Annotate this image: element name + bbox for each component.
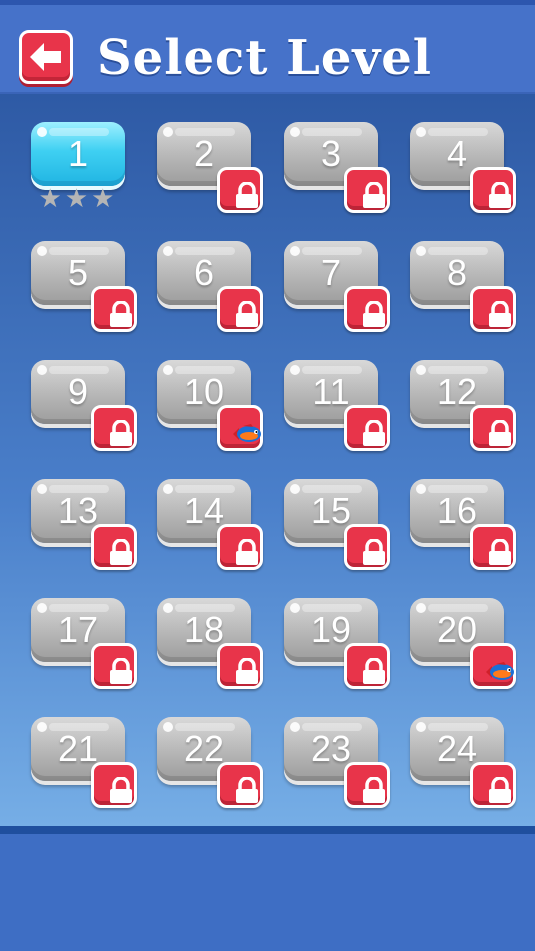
lock-badge	[91, 286, 137, 332]
lock-badge	[470, 167, 516, 213]
header-bar: Select Level	[0, 0, 535, 94]
level-button-16[interactable]: 16	[410, 479, 516, 570]
level-button-7[interactable]: 7	[284, 241, 390, 332]
lock-badge	[91, 524, 137, 570]
lock-badge	[217, 524, 263, 570]
level-button-23[interactable]: 23	[284, 717, 390, 808]
lock-badge	[217, 762, 263, 808]
lock-badge	[91, 762, 137, 808]
divider	[0, 826, 535, 834]
lock-badge	[217, 643, 263, 689]
level-number: 1	[67, 133, 89, 174]
level-button-3[interactable]: 3	[284, 122, 390, 213]
lock-badge	[470, 405, 516, 451]
level-stars: ★★★	[31, 186, 125, 212]
fish-badge	[217, 405, 263, 451]
level-button-17[interactable]: 17	[31, 598, 137, 689]
page-title: Select Level	[97, 30, 433, 86]
lock-badge	[470, 286, 516, 332]
level-button-21[interactable]: 21	[31, 717, 137, 808]
level-button-11[interactable]: 11	[284, 360, 390, 451]
level-button-6[interactable]: 6	[157, 241, 263, 332]
level-button-14[interactable]: 14	[157, 479, 263, 570]
lock-badge	[470, 762, 516, 808]
lock-badge	[344, 167, 390, 213]
lock-badge	[217, 286, 263, 332]
level-button-2[interactable]: 2	[157, 122, 263, 213]
lock-badge	[344, 286, 390, 332]
level-button-1[interactable]: 1 ★★★	[31, 122, 125, 212]
footer-panel	[0, 834, 535, 951]
lock-badge	[217, 167, 263, 213]
level-button-15[interactable]: 15	[284, 479, 390, 570]
star-icon: ★	[64, 184, 92, 214]
lock-badge	[344, 762, 390, 808]
level-button-20[interactable]: 20	[410, 598, 516, 689]
level-button-5[interactable]: 5	[31, 241, 137, 332]
lock-badge	[344, 405, 390, 451]
level-button-9[interactable]: 9	[31, 360, 137, 451]
arrow-left-icon	[30, 43, 61, 71]
level-button-18[interactable]: 18	[157, 598, 263, 689]
fish-badge	[470, 643, 516, 689]
level-button-19[interactable]: 19	[284, 598, 390, 689]
star-icon: ★	[91, 184, 118, 214]
lock-badge	[344, 643, 390, 689]
level-button-12[interactable]: 12	[410, 360, 516, 451]
back-button[interactable]	[19, 30, 73, 84]
level-button-8[interactable]: 8	[410, 241, 516, 332]
lock-badge	[344, 524, 390, 570]
level-button-13[interactable]: 13	[31, 479, 137, 570]
star-icon: ★	[38, 184, 65, 214]
lock-badge	[91, 643, 137, 689]
level-button-22[interactable]: 22	[157, 717, 263, 808]
level-button-24[interactable]: 24	[410, 717, 516, 808]
lock-badge	[470, 524, 516, 570]
level-button-10[interactable]: 10	[157, 360, 263, 451]
level-button-4[interactable]: 4	[410, 122, 516, 213]
lock-badge	[91, 405, 137, 451]
